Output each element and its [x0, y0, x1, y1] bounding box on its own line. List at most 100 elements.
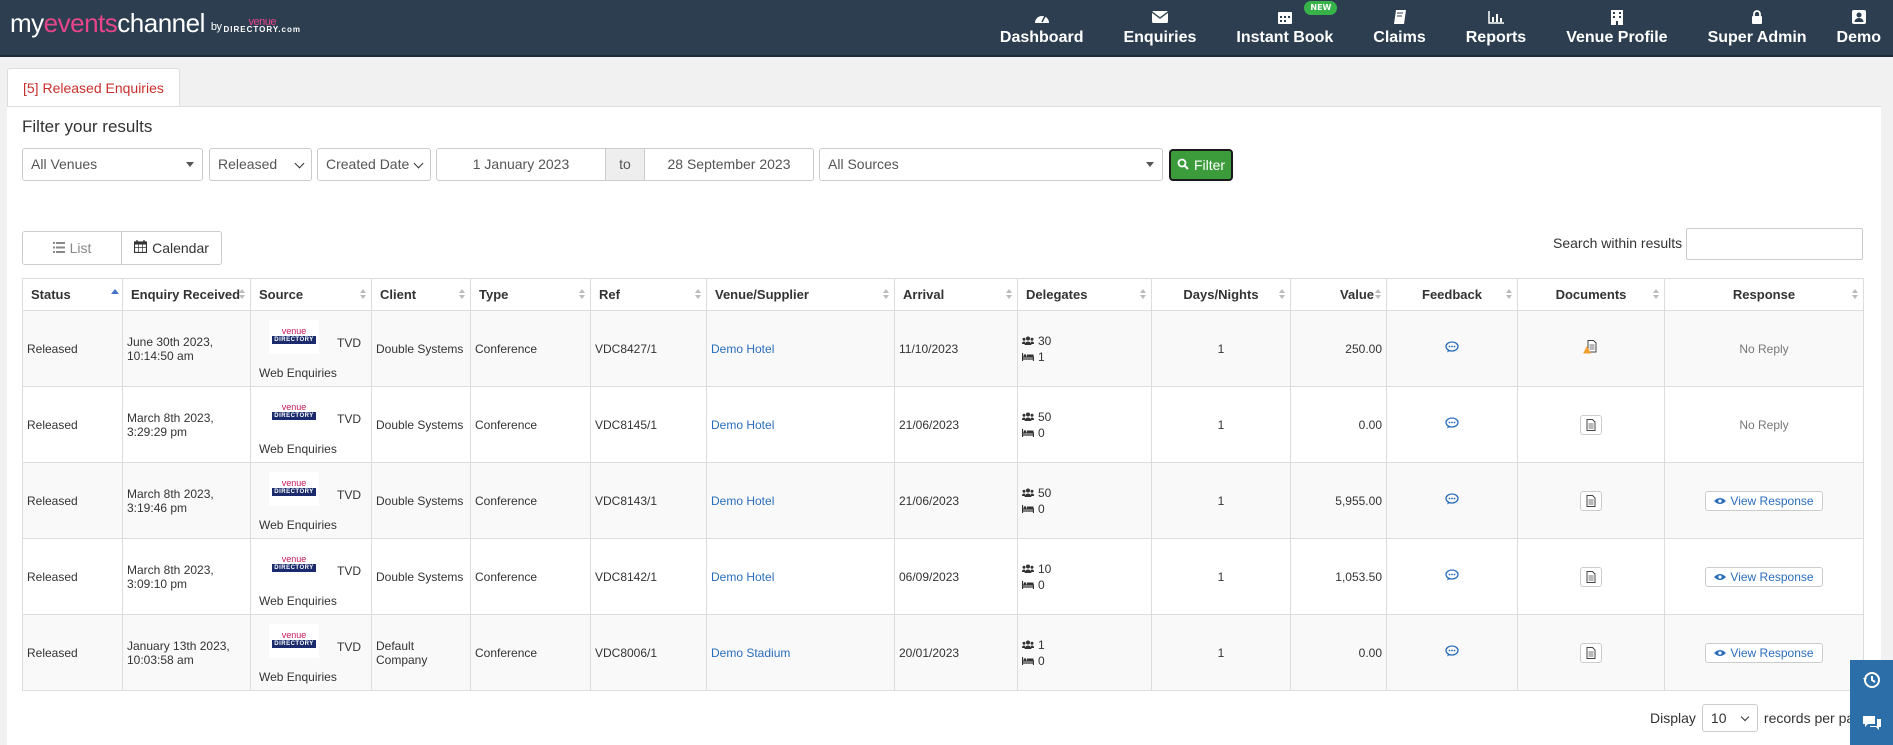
cell-value: 1,053.50: [1290, 538, 1387, 615]
comment-icon[interactable]: [1445, 493, 1459, 508]
date-range-to-label: to: [606, 148, 644, 181]
table-row[interactable]: Released March 8th 2023, 3:19:46 pm venue…: [22, 462, 1864, 539]
nav-venue-profile[interactable]: Venue Profile: [1546, 0, 1687, 57]
col-type[interactable]: Type: [470, 278, 591, 311]
cell-type: Conference: [470, 462, 591, 539]
venue-link[interactable]: Demo Stadium: [711, 646, 790, 660]
bed-icon: [1021, 349, 1035, 365]
cell-ref: VDC8142/1: [590, 538, 707, 615]
building-icon: [1609, 9, 1625, 25]
cell-value: 250.00: [1290, 310, 1387, 387]
view-response-button[interactable]: View Response: [1705, 642, 1823, 663]
status-select[interactable]: Released: [209, 148, 312, 181]
eye-icon: [1714, 494, 1727, 508]
cell-arrival: 11/10/2023: [894, 310, 1018, 387]
col-feedback[interactable]: Feedback: [1386, 278, 1518, 311]
page-size-select[interactable]: 10: [1701, 704, 1758, 732]
history-icon[interactable]: [1862, 670, 1882, 693]
table-row[interactable]: Released March 8th 2023, 3:29:29 pm venue…: [22, 386, 1864, 463]
col-days[interactable]: Days/Nights: [1151, 278, 1291, 311]
nav-claims[interactable]: Claims: [1353, 0, 1445, 57]
nav-user-demo[interactable]: Demo: [1827, 0, 1893, 57]
date-to-input[interactable]: 28 September 2023: [644, 148, 814, 181]
view-response-button[interactable]: View Response: [1705, 490, 1823, 511]
date-type-select[interactable]: Created Date: [317, 148, 431, 181]
table-row[interactable]: Released June 30th 2023, 10:14:50 am venu…: [22, 310, 1864, 387]
cell-received: June 30th 2023, 10:14:50 am: [122, 310, 251, 387]
nav-reports[interactable]: Reports: [1446, 0, 1546, 57]
nav-instant-book[interactable]: NEW Instant Book: [1216, 0, 1353, 57]
tab-released-enquiries[interactable]: [5] Released Enquiries: [7, 68, 180, 107]
comment-icon[interactable]: [1445, 417, 1459, 432]
search-icon: [1177, 157, 1189, 173]
document-icon[interactable]: [1580, 566, 1602, 587]
search-input[interactable]: [1686, 228, 1863, 260]
cell-source: venue DIRECTORY TVD Web Enquiries: [250, 538, 372, 615]
nav-super-admin[interactable]: Super Admin: [1688, 0, 1827, 57]
col-ref[interactable]: Ref: [590, 278, 707, 311]
col-source[interactable]: Source: [250, 278, 372, 311]
table-row[interactable]: Released March 8th 2023, 3:09:10 pm venue…: [22, 538, 1864, 615]
cell-feedback: [1386, 462, 1518, 539]
document-icon[interactable]: [1580, 490, 1602, 511]
venue-link[interactable]: Demo Hotel: [711, 342, 774, 356]
venue-link[interactable]: Demo Hotel: [711, 418, 774, 432]
nav-dashboard[interactable]: Dashboard: [980, 0, 1104, 57]
venue-link[interactable]: Demo Hotel: [711, 570, 774, 584]
col-documents[interactable]: Documents: [1517, 278, 1665, 311]
venue-directory-logo: venue DIRECTORY: [269, 623, 319, 658]
col-arrival[interactable]: Arrival: [894, 278, 1018, 311]
main-nav: Dashboard Enquiries NEW Instant Book Cla…: [980, 0, 1893, 57]
document-icon[interactable]: [1580, 642, 1602, 663]
cell-source: venue DIRECTORY TVD Web Enquiries: [250, 386, 372, 463]
chat-icon[interactable]: [1861, 714, 1883, 735]
cell-documents: [1517, 386, 1665, 463]
table-row[interactable]: Released January 13th 2023, 10:03:58 am v…: [22, 614, 1864, 691]
col-response[interactable]: Response: [1664, 278, 1864, 311]
view-response-button[interactable]: View Response: [1705, 566, 1823, 587]
cell-source: venue DIRECTORY TVD Web Enquiries: [250, 462, 372, 539]
filter-button[interactable]: Filter: [1169, 149, 1233, 181]
filter-title: Filter your results: [22, 117, 153, 136]
comment-icon[interactable]: [1445, 569, 1459, 584]
col-received[interactable]: Enquiry Received: [122, 278, 251, 311]
cell-type: Conference: [470, 614, 591, 691]
comment-icon[interactable]: [1445, 645, 1459, 660]
bar-chart-icon: [1488, 10, 1504, 24]
cell-venue: Demo Hotel: [706, 386, 895, 463]
source-select[interactable]: All Sources: [819, 148, 1163, 181]
cell-feedback: [1386, 386, 1518, 463]
book-icon: [1392, 10, 1408, 24]
cell-type: Conference: [470, 386, 591, 463]
eye-icon: [1714, 646, 1727, 660]
date-from-input[interactable]: 1 January 2023: [436, 148, 606, 181]
venue-select[interactable]: All Venues: [22, 148, 203, 181]
users-icon: [1021, 409, 1035, 425]
cell-ref: VDC8143/1: [590, 462, 707, 539]
cell-source: venue DIRECTORY TVD Web Enquiries: [250, 310, 372, 387]
app-logo[interactable]: myeventschannel by venue DIRECTORY.com: [10, 8, 301, 39]
cell-type: Conference: [470, 538, 591, 615]
col-value[interactable]: Value: [1290, 278, 1387, 311]
cell-arrival: 21/06/2023: [894, 462, 1018, 539]
cell-response: No Reply: [1664, 310, 1864, 387]
calendar-view-button[interactable]: Calendar: [122, 232, 221, 264]
cell-feedback: [1386, 614, 1518, 691]
venue-link[interactable]: Demo Hotel: [711, 494, 774, 508]
document-warning-icon[interactable]: [1583, 340, 1599, 357]
cell-venue: Demo Hotel: [706, 310, 895, 387]
cell-received: March 8th 2023, 3:09:10 pm: [122, 538, 251, 615]
envelope-icon: [1151, 10, 1168, 24]
cell-received: March 8th 2023, 3:19:46 pm: [122, 462, 251, 539]
col-venue[interactable]: Venue/Supplier: [706, 278, 895, 311]
cell-delegates: 50 0: [1017, 386, 1152, 463]
document-icon[interactable]: [1580, 414, 1602, 435]
col-client[interactable]: Client: [371, 278, 471, 311]
dashboard-icon: [1034, 10, 1050, 24]
comment-icon[interactable]: [1445, 341, 1459, 356]
col-delegates[interactable]: Delegates: [1017, 278, 1152, 311]
new-badge: NEW: [1304, 1, 1338, 15]
col-status[interactable]: Status: [22, 278, 123, 311]
list-view-button[interactable]: List: [23, 232, 122, 264]
nav-enquiries[interactable]: Enquiries: [1103, 0, 1216, 57]
